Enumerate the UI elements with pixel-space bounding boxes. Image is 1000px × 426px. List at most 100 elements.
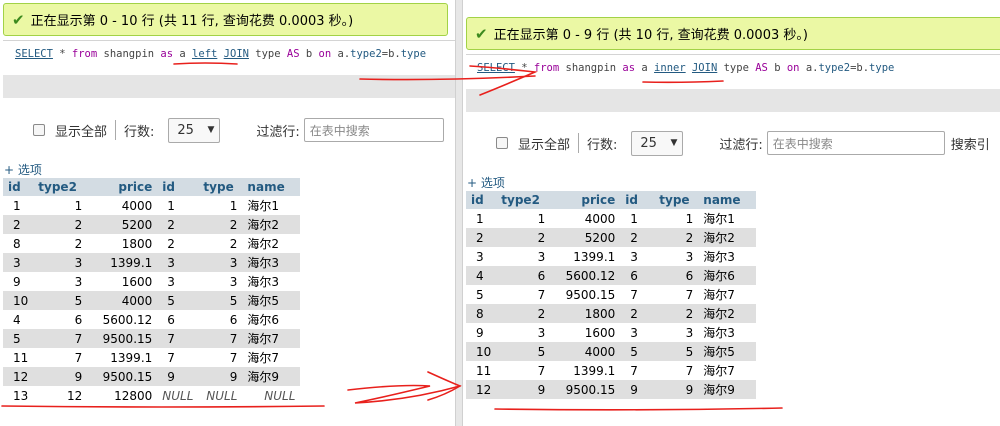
table-cell: 9500.15 [550,285,621,304]
sql-token: shangpin [559,62,623,74]
column-header-id[interactable]: id [620,191,655,209]
table-cell: 7 [620,285,655,304]
filter-input[interactable]: 在表中搜索 [303,118,444,142]
sql-token: JOIN [223,48,249,60]
column-header-id[interactable]: id [157,178,199,196]
column-header-type[interactable]: type [654,191,699,209]
panel-divider [455,0,463,426]
column-header-name[interactable]: name [242,178,301,196]
check-icon: ✔ [475,24,488,43]
sql-token: on [318,48,332,60]
table-cell: 7 [496,361,551,380]
header-row: id type2 price id type name [466,191,757,209]
table-cell: 1399.1 [550,361,621,380]
table-cell: 5 [33,291,88,310]
sql-box: SELECT * from shangpin as a left JOIN ty… [3,40,455,98]
table-row: 4 6 5600.12 6 6 海尔6 [3,310,301,329]
success-text: 正在显示第 0 - 10 行 (共 11 行, 查询花费 0.0003 秒。) [30,14,354,29]
rows-select[interactable]: 25 ▼ [631,130,684,156]
sql-query: SELECT * from shangpin as a left JOIN ty… [15,48,426,60]
sql-token: type [248,48,287,60]
table-cell: 5 [620,342,655,361]
table-cell: 1 [157,196,199,215]
table-row: 8 2 1800 2 2 海尔2 [3,234,301,253]
table-cell: 5 [198,291,243,310]
table-cell: 6 [654,266,699,285]
filter-input[interactable]: 在表中搜索 [766,131,945,155]
right-query-panel: ✔ 正在显示第 0 - 9 行 (共 10 行, 查询花费 0.0003 秒。)… [463,0,1000,426]
column-header-name[interactable]: name [698,191,757,209]
column-header-type[interactable]: type [198,178,243,196]
table-cell: 6 [157,310,199,329]
table-cell: 10 [3,291,34,310]
table-cell: 8 [466,304,497,323]
table-cell: 2 [620,304,655,323]
table-cell: 2 [654,228,699,247]
sql-token: as [622,62,636,74]
column-header-price[interactable]: price [87,178,158,196]
table-cell: 6 [198,310,243,329]
table-cell: 1 [198,196,243,215]
table-cell: 4000 [550,342,621,361]
table-cell: 12 [33,386,88,405]
table-cell: 9 [620,380,655,399]
table-row: 11 7 1399.1 7 7 海尔7 [466,361,757,380]
table-cell: 2 [157,234,199,253]
table-cell: 7 [654,285,699,304]
table-cell: 海尔7 [242,348,301,367]
table-row: 2 2 5200 2 2 海尔2 [3,215,301,234]
table-cell: 9500.15 [87,329,158,348]
table-cell: 2 [3,215,34,234]
table-cell: 7 [33,329,88,348]
table-cell: 3 [33,253,88,272]
divider [578,133,580,153]
table-cell: 5200 [87,215,158,234]
show-all-checkbox[interactable] [33,124,45,136]
column-header-type2[interactable]: type2 [496,191,551,209]
show-all-checkbox[interactable] [496,137,508,149]
options-link[interactable]: + 选项 [4,161,42,178]
table-cell: 1800 [87,234,158,253]
sql-query: SELECT * from shangpin as a inner JOIN t… [477,62,894,74]
results-table: id type2 price id type name 1 1 4000 1 1 海尔1 2 2 5200… [3,178,301,405]
sql-token: left [192,48,218,60]
table-cell: 1399.1 [87,253,158,272]
column-header-price[interactable]: price [550,191,621,209]
table-cell: 3 [496,247,551,266]
table-cell: 海尔5 [242,291,301,310]
filter-label: 过滤行: [719,137,763,153]
rows-select[interactable]: 25 ▼ [168,117,221,143]
table-cell: 6 [496,266,551,285]
sql-token: SELECT [477,62,515,74]
options-link[interactable]: + 选项 [467,174,505,191]
table-cell: 海尔2 [698,304,757,323]
sql-token: type2 [350,48,382,60]
filter-label: 过滤行: [256,124,300,140]
table-cell: 9 [496,380,551,399]
left-query-panel: ✔ 正在显示第 0 - 10 行 (共 11 行, 查询花费 0.0003 秒。… [0,0,455,426]
table-cell: 海尔5 [698,342,757,361]
table-row: 12 9 9500.15 9 9 海尔9 [466,380,757,399]
table-cell: 海尔7 [242,329,301,348]
sql-token: inner [654,62,686,74]
table-cell: 6 [33,310,88,329]
success-message: ✔ 正在显示第 0 - 10 行 (共 11 行, 查询花费 0.0003 秒。… [3,3,448,36]
table-cell: 海尔6 [242,310,301,329]
sql-token: type [400,48,427,60]
table-cell: 2 [33,234,88,253]
table-cell: 海尔7 [698,361,757,380]
sql-area: SELECT * from shangpin as a inner JOIN t… [466,55,1000,89]
sql-token: a [173,48,193,60]
column-header-type2[interactable]: type2 [33,178,88,196]
table-cell: 12 [466,380,497,399]
table-row: 13 12 12800 NULL NULL NULL [3,386,301,405]
table-cell: 5600.12 [87,310,158,329]
table-cell: 3 [496,323,551,342]
column-header-id[interactable]: id [466,191,497,209]
column-header-id[interactable]: id [3,178,34,196]
table-cell: 海尔3 [698,323,757,342]
table-cell: NULL [198,386,243,405]
sql-token: as [160,48,174,60]
table-cell: 1600 [87,272,158,291]
sql-token: from [71,48,98,60]
